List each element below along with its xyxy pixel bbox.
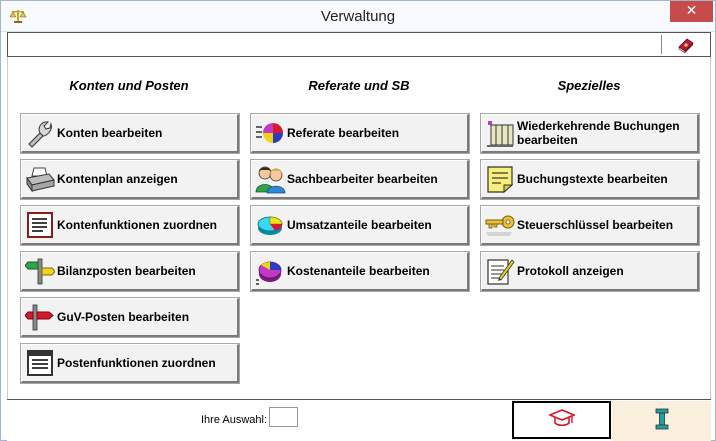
button-label: Umsatzanteile bearbeiten [287, 218, 432, 232]
bilanzposten-bearbeiten-button[interactable]: Bilanzposten bearbeiten [21, 252, 239, 291]
signpost-icon [23, 255, 57, 287]
kontenfunktionen-zuordnen-button[interactable]: Kontenfunktionen zuordnen [21, 206, 239, 245]
window-title: Verwaltung [320, 8, 396, 25]
main-panel: Konten und Posten Referate und SB Spezie… [7, 57, 711, 399]
column-heading-konten: Konten und Posten [69, 78, 189, 93]
choice-label: Ihre Auswahl: [201, 414, 268, 426]
button-label: Steuerschlüssel bearbeiten [517, 218, 674, 232]
guv-posten-bearbeiten-button[interactable]: GuV-Posten bearbeiten [21, 298, 239, 337]
button-label: GuV-Posten bearbeiten [57, 310, 190, 324]
pie-chart-icon [253, 117, 287, 149]
pie-chart-magenta-icon [253, 255, 287, 287]
button-label: Postenfunktionen zuordnen [57, 356, 216, 370]
protokoll-anzeigen-button[interactable]: Protokoll anzeigen [481, 252, 699, 291]
people-icon [253, 163, 287, 195]
help-book-icon[interactable] [676, 35, 696, 54]
document-list-icon [23, 209, 57, 241]
wrench-icon [23, 117, 57, 149]
graduation-cap-icon [547, 408, 576, 433]
note-icon [483, 163, 517, 195]
button-label: Kontenfunktionen zuordnen [57, 218, 217, 232]
printer-icon [23, 163, 57, 195]
recurring-bookings-icon [483, 117, 517, 149]
button-label: Sachbearbeiter bearbeiten [287, 172, 438, 186]
column-heading-spezielles: Spezielles [557, 78, 621, 93]
info-i-icon [655, 408, 669, 435]
postenfunktionen-zuordnen-button[interactable]: Postenfunktionen zuordnen [21, 344, 239, 383]
button-label: Buchungstexte bearbeiten [517, 172, 668, 186]
buchungstexte-bearbeiten-button[interactable]: Buchungstexte bearbeiten [481, 160, 699, 199]
button-label: Bilanzposten bearbeiten [57, 264, 196, 278]
signpost-red-icon [23, 301, 57, 333]
log-pencil-icon [483, 255, 517, 287]
button-label: Kostenanteile bearbeiten [287, 264, 430, 278]
button-label: Konten bearbeiten [57, 126, 163, 140]
learn-button[interactable] [512, 401, 611, 439]
info-button[interactable] [612, 401, 711, 441]
steuerschluessel-bearbeiten-button[interactable]: Steuerschlüssel bearbeiten [481, 206, 699, 245]
toolbar [7, 32, 711, 57]
title-bar: Verwaltung ✕ [1, 1, 715, 32]
sachbearbeiter-bearbeiten-button[interactable]: Sachbearbeiter bearbeiten [251, 160, 469, 199]
pie-chart-cyan-icon [253, 209, 287, 241]
umsatzanteile-bearbeiten-button[interactable]: Umsatzanteile bearbeiten [251, 206, 469, 245]
button-label: Protokoll anzeigen [517, 264, 624, 278]
kontenplan-anzeigen-button[interactable]: Kontenplan anzeigen [21, 160, 239, 199]
button-label: Referate bearbeiten [287, 126, 400, 140]
button-label: Wiederkehrende Buchungen bearbeiten [517, 119, 680, 147]
toolbar-separator [661, 35, 662, 54]
wiederkehrende-buchungen-button[interactable]: Wiederkehrende Buchungen bearbeiten [481, 114, 699, 153]
column-heading-referate: Referate und SB [308, 78, 410, 93]
key-icon [483, 209, 517, 241]
close-button[interactable]: ✕ [670, 1, 713, 22]
main-window: Verwaltung ✕ Konten und Posten Referate … [0, 0, 716, 441]
status-bar: Ihre Auswahl: [7, 399, 711, 441]
konten-bearbeiten-button[interactable]: Konten bearbeiten [21, 114, 239, 153]
choice-input[interactable] [269, 407, 298, 427]
kostenanteile-bearbeiten-button[interactable]: Kostenanteile bearbeiten [251, 252, 469, 291]
document-lines-icon [23, 347, 57, 379]
button-label: Kontenplan anzeigen [57, 172, 178, 186]
referate-bearbeiten-button[interactable]: Referate bearbeiten [251, 114, 469, 153]
